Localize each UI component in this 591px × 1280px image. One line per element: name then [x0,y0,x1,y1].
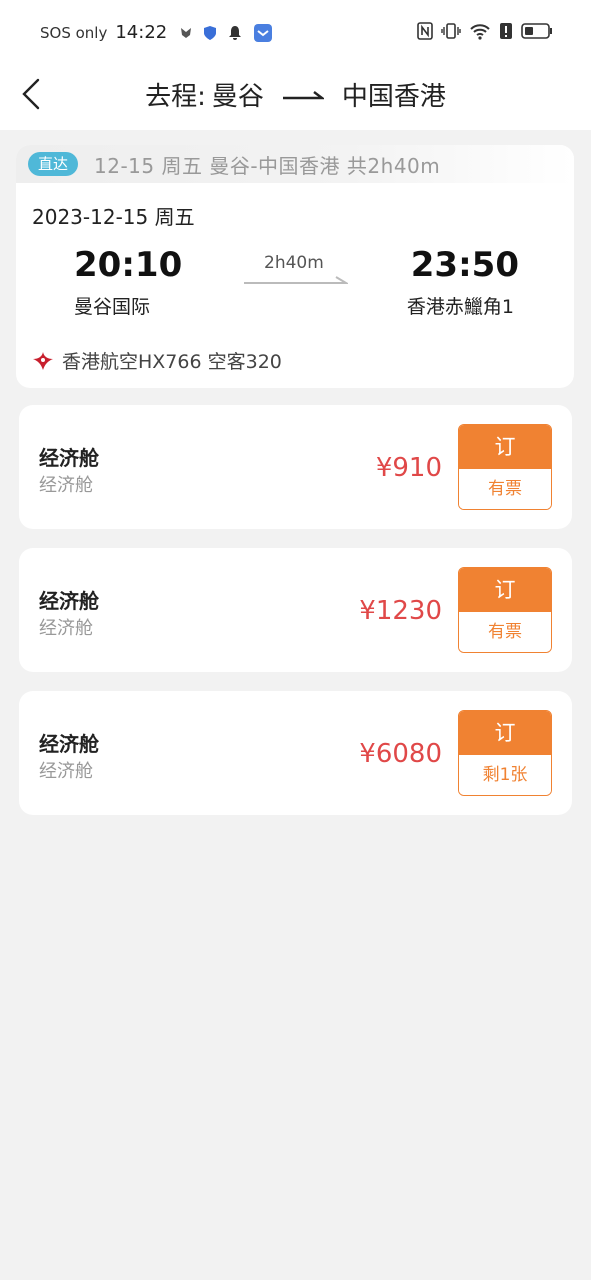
trip-direction-label: 去程: [145,82,206,112]
flight-summary-bar: 直达 12-15 周五 曼谷-中国香港 共2h40m [16,145,574,183]
arrow-right-icon [282,90,324,99]
destination-city: 中国香港 [341,82,446,112]
arrival-time: 23:50 [410,245,519,285]
duration-arrow-icon [244,276,348,284]
ticket-availability: 有票 [459,612,551,652]
cabin-subclass: 经济舱 [39,475,93,496]
book-button-label: 订 [459,711,551,755]
flight-info-card: 直达 12-15 周五 曼谷-中国香港 共2h40m 2023-12-15 周五… [16,145,574,388]
airline-info: 香港航空HX766 空客320 [32,347,282,374]
fare-price: ¥6080 [359,739,442,769]
departure-airport: 曼谷国际 [74,296,151,318]
wifi-icon [470,24,490,40]
fare-price: ¥1230 [359,596,442,626]
fare-option: 经济舱 经济舱 ¥910 订 有票 [19,405,572,529]
app-notification-icon [254,23,273,42]
fare-option: 经济舱 经济舱 ¥6080 订 剩1张 [19,691,572,815]
departure-time: 20:10 [74,245,183,285]
airline-logo-icon [33,351,53,370]
nonstop-badge: 直达 [28,152,79,176]
fare-option: 经济舱 经济舱 ¥1230 订 有票 [19,548,572,672]
fare-price: ¥910 [375,453,442,483]
carrier-label: SOS only [40,23,108,42]
book-button[interactable]: 订 剩1张 [458,710,552,796]
cabin-class: 经济舱 [39,732,99,756]
shield-icon [204,25,217,40]
status-bar: SOS only 14:22 [0,0,591,66]
clock: 14:22 [115,22,168,43]
cabin-class: 经济舱 [39,446,99,470]
cabin-class: 经济舱 [39,589,99,613]
battery-icon [521,23,552,39]
cabin-subclass: 经济舱 [39,761,93,782]
ticket-availability: 有票 [459,469,551,509]
arrival-airport: 香港赤鱲角1 [406,296,514,318]
ticket-availability: 剩1张 [459,755,551,795]
airline-flight-aircraft: 香港航空HX766 空客320 [62,351,282,373]
alert-icon [500,23,512,39]
vibrate-icon [441,23,461,39]
flight-date: 2023-12-15 周五 [32,205,195,229]
bell-icon [229,25,242,40]
app-notification-icon [181,27,192,38]
header: SOS only 14:22 去程: 曼谷 中国香港 [0,0,591,130]
nfc-icon [417,22,433,40]
page-title: 去程: 曼谷 中国香港 [0,76,591,113]
nav-bar: 去程: 曼谷 中国香港 [0,66,591,122]
book-button-label: 订 [459,425,551,469]
book-button-label: 订 [459,568,551,612]
origin-city: 曼谷 [211,82,264,112]
flight-summary: 12-15 周五 曼谷-中国香港 共2h40m [94,153,441,178]
cabin-subclass: 经济舱 [39,618,93,639]
book-button[interactable]: 订 有票 [458,567,552,653]
flight-duration: 2h40m [264,253,324,273]
book-button[interactable]: 订 有票 [458,424,552,510]
